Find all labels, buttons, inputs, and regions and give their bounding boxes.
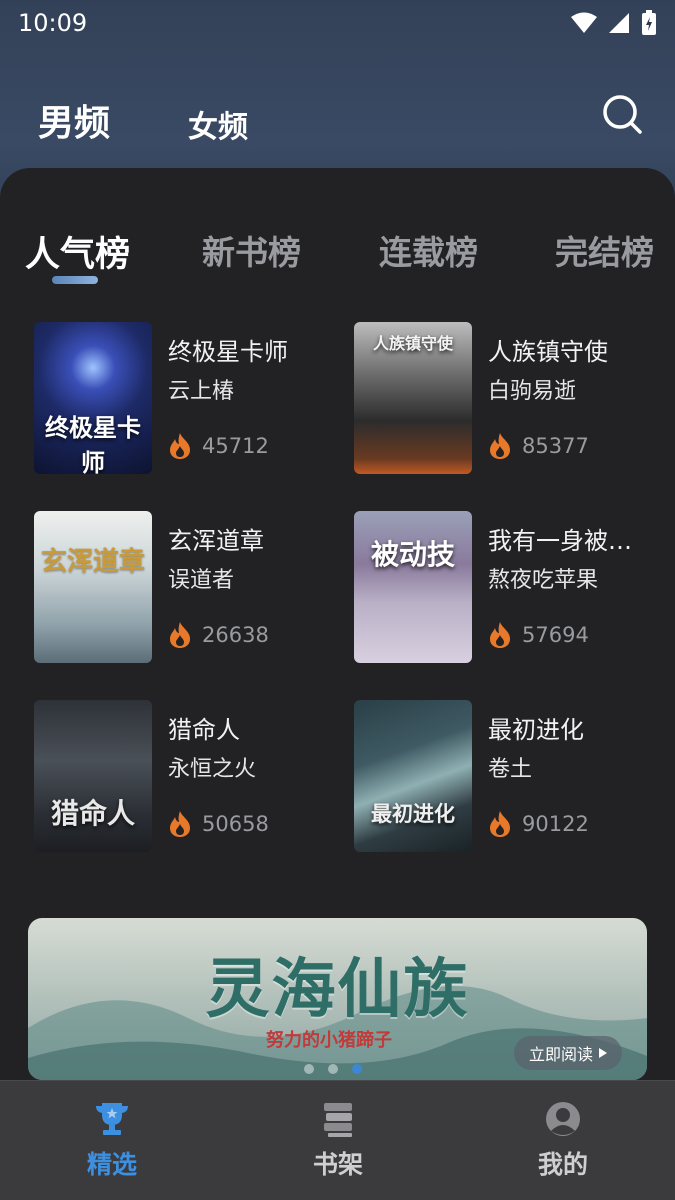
fire-icon	[170, 811, 190, 837]
book-cover[interactable]: 玄浑道章	[34, 511, 152, 663]
fire-icon	[490, 622, 510, 648]
book-author: 卷土	[488, 757, 533, 782]
nav-profile[interactable]: 我的	[503, 1099, 623, 1181]
pagination-dot-active[interactable]	[352, 1064, 362, 1074]
search-icon[interactable]	[600, 92, 644, 136]
heat: 90122	[488, 810, 589, 838]
tab-male[interactable]: 男频	[38, 94, 110, 146]
banner-pagination	[304, 1064, 362, 1074]
book-cover[interactable]: 最初进化	[354, 700, 472, 852]
book-author: 白驹易逝	[488, 379, 577, 404]
book-title: 猎命人	[168, 716, 240, 744]
book-cover[interactable]: 人族镇守使	[354, 322, 472, 474]
book-title: 人族镇守使	[488, 338, 608, 366]
nav-label: 书架	[312, 1150, 363, 1179]
nav-featured[interactable]: 精选	[52, 1099, 172, 1181]
book-title: 最初进化	[488, 716, 584, 744]
book-title: 终极星卡师	[168, 338, 288, 366]
book-author: 误道者	[168, 568, 235, 593]
tab-serial[interactable]: 连载榜	[379, 226, 478, 274]
banner-author: 努力的小猪蹄子	[266, 1030, 392, 1051]
pagination-dot[interactable]	[304, 1064, 314, 1074]
trophy-icon	[96, 1103, 128, 1135]
bookshelf-icon	[324, 1103, 352, 1137]
cover-title: 终极星卡师	[45, 413, 141, 474]
battery-icon	[642, 10, 656, 35]
cover-title: 猎命人	[50, 797, 135, 830]
cover-title: 最初进化	[371, 801, 455, 826]
nav-bookshelf[interactable]: 书架	[278, 1099, 398, 1181]
book-cover[interactable]: 被动技	[354, 511, 472, 663]
book-item[interactable]: 人族镇守使 人族镇守使 白驹易逝 85377	[354, 322, 654, 477]
fire-icon	[490, 811, 510, 837]
fire-icon	[170, 622, 190, 648]
heat-count: 57694	[522, 623, 589, 647]
heat: 26638	[168, 621, 269, 649]
book-item[interactable]: 终极星卡师 终极星卡师 云上椿 45712	[34, 322, 334, 477]
book-cover[interactable]: 猎命人	[34, 700, 152, 852]
signal-icon	[609, 13, 629, 33]
heat: 50658	[168, 810, 269, 838]
banner-title: 灵海仙族	[205, 952, 470, 1027]
heat-count: 50658	[202, 812, 269, 836]
book-item[interactable]: 猎命人 猎命人 永恒之火 50658	[34, 700, 334, 855]
header: 男频 女频	[0, 80, 675, 160]
heat: 57694	[488, 621, 589, 649]
wifi-icon	[571, 12, 597, 33]
book-author: 云上椿	[168, 379, 235, 404]
book-item[interactable]: 最初进化 最初进化 卷土 90122	[354, 700, 654, 855]
read-now-button[interactable]: 立即阅读	[514, 1036, 622, 1070]
heat-count: 26638	[202, 623, 269, 647]
tab-new[interactable]: 新书榜	[202, 226, 301, 274]
book-title: 玄浑道章	[168, 527, 264, 555]
tab-popular[interactable]: 人气榜	[25, 226, 130, 277]
fire-icon	[490, 433, 510, 459]
status-icons	[571, 10, 657, 36]
status-time: 10:09	[18, 9, 88, 37]
book-item[interactable]: 玄浑道章 玄浑道章 误道者 26638	[34, 511, 334, 666]
book-cover[interactable]: 终极星卡师	[34, 322, 152, 474]
heat-count: 45712	[202, 434, 269, 458]
bottom-nav: 精选 书架 我的	[0, 1080, 675, 1200]
rank-tabs: 人气榜 新书榜 连载榜 完结榜	[0, 226, 675, 286]
tab-female[interactable]: 女频	[188, 102, 248, 146]
tab-indicator	[52, 276, 98, 284]
heat: 85377	[488, 432, 589, 460]
status-bar: 10:09	[0, 0, 675, 46]
tab-finished[interactable]: 完结榜	[555, 226, 654, 274]
read-now-label: 立即阅读	[528, 1045, 593, 1064]
promo-banner[interactable]: 灵海仙族 努力的小猪蹄子 立即阅读	[28, 918, 647, 1080]
pagination-dot[interactable]	[328, 1064, 338, 1074]
book-item[interactable]: 被动技 我有一身被… 熬夜吃苹果 57694	[354, 511, 654, 666]
heat-count: 85377	[522, 434, 589, 458]
nav-label: 我的	[537, 1150, 588, 1179]
profile-icon	[546, 1102, 580, 1136]
book-author: 永恒之火	[168, 757, 257, 782]
cover-title: 玄浑道章	[40, 547, 145, 577]
book-title: 我有一身被…	[488, 527, 632, 555]
cover-title: 被动技	[370, 538, 455, 571]
heat-count: 90122	[522, 812, 589, 836]
cover-title: 人族镇守使	[372, 334, 453, 353]
fire-icon	[170, 433, 190, 459]
heat: 45712	[168, 432, 269, 460]
play-arrow-icon	[599, 1048, 607, 1058]
book-author: 熬夜吃苹果	[488, 568, 599, 593]
nav-label: 精选	[86, 1150, 137, 1179]
